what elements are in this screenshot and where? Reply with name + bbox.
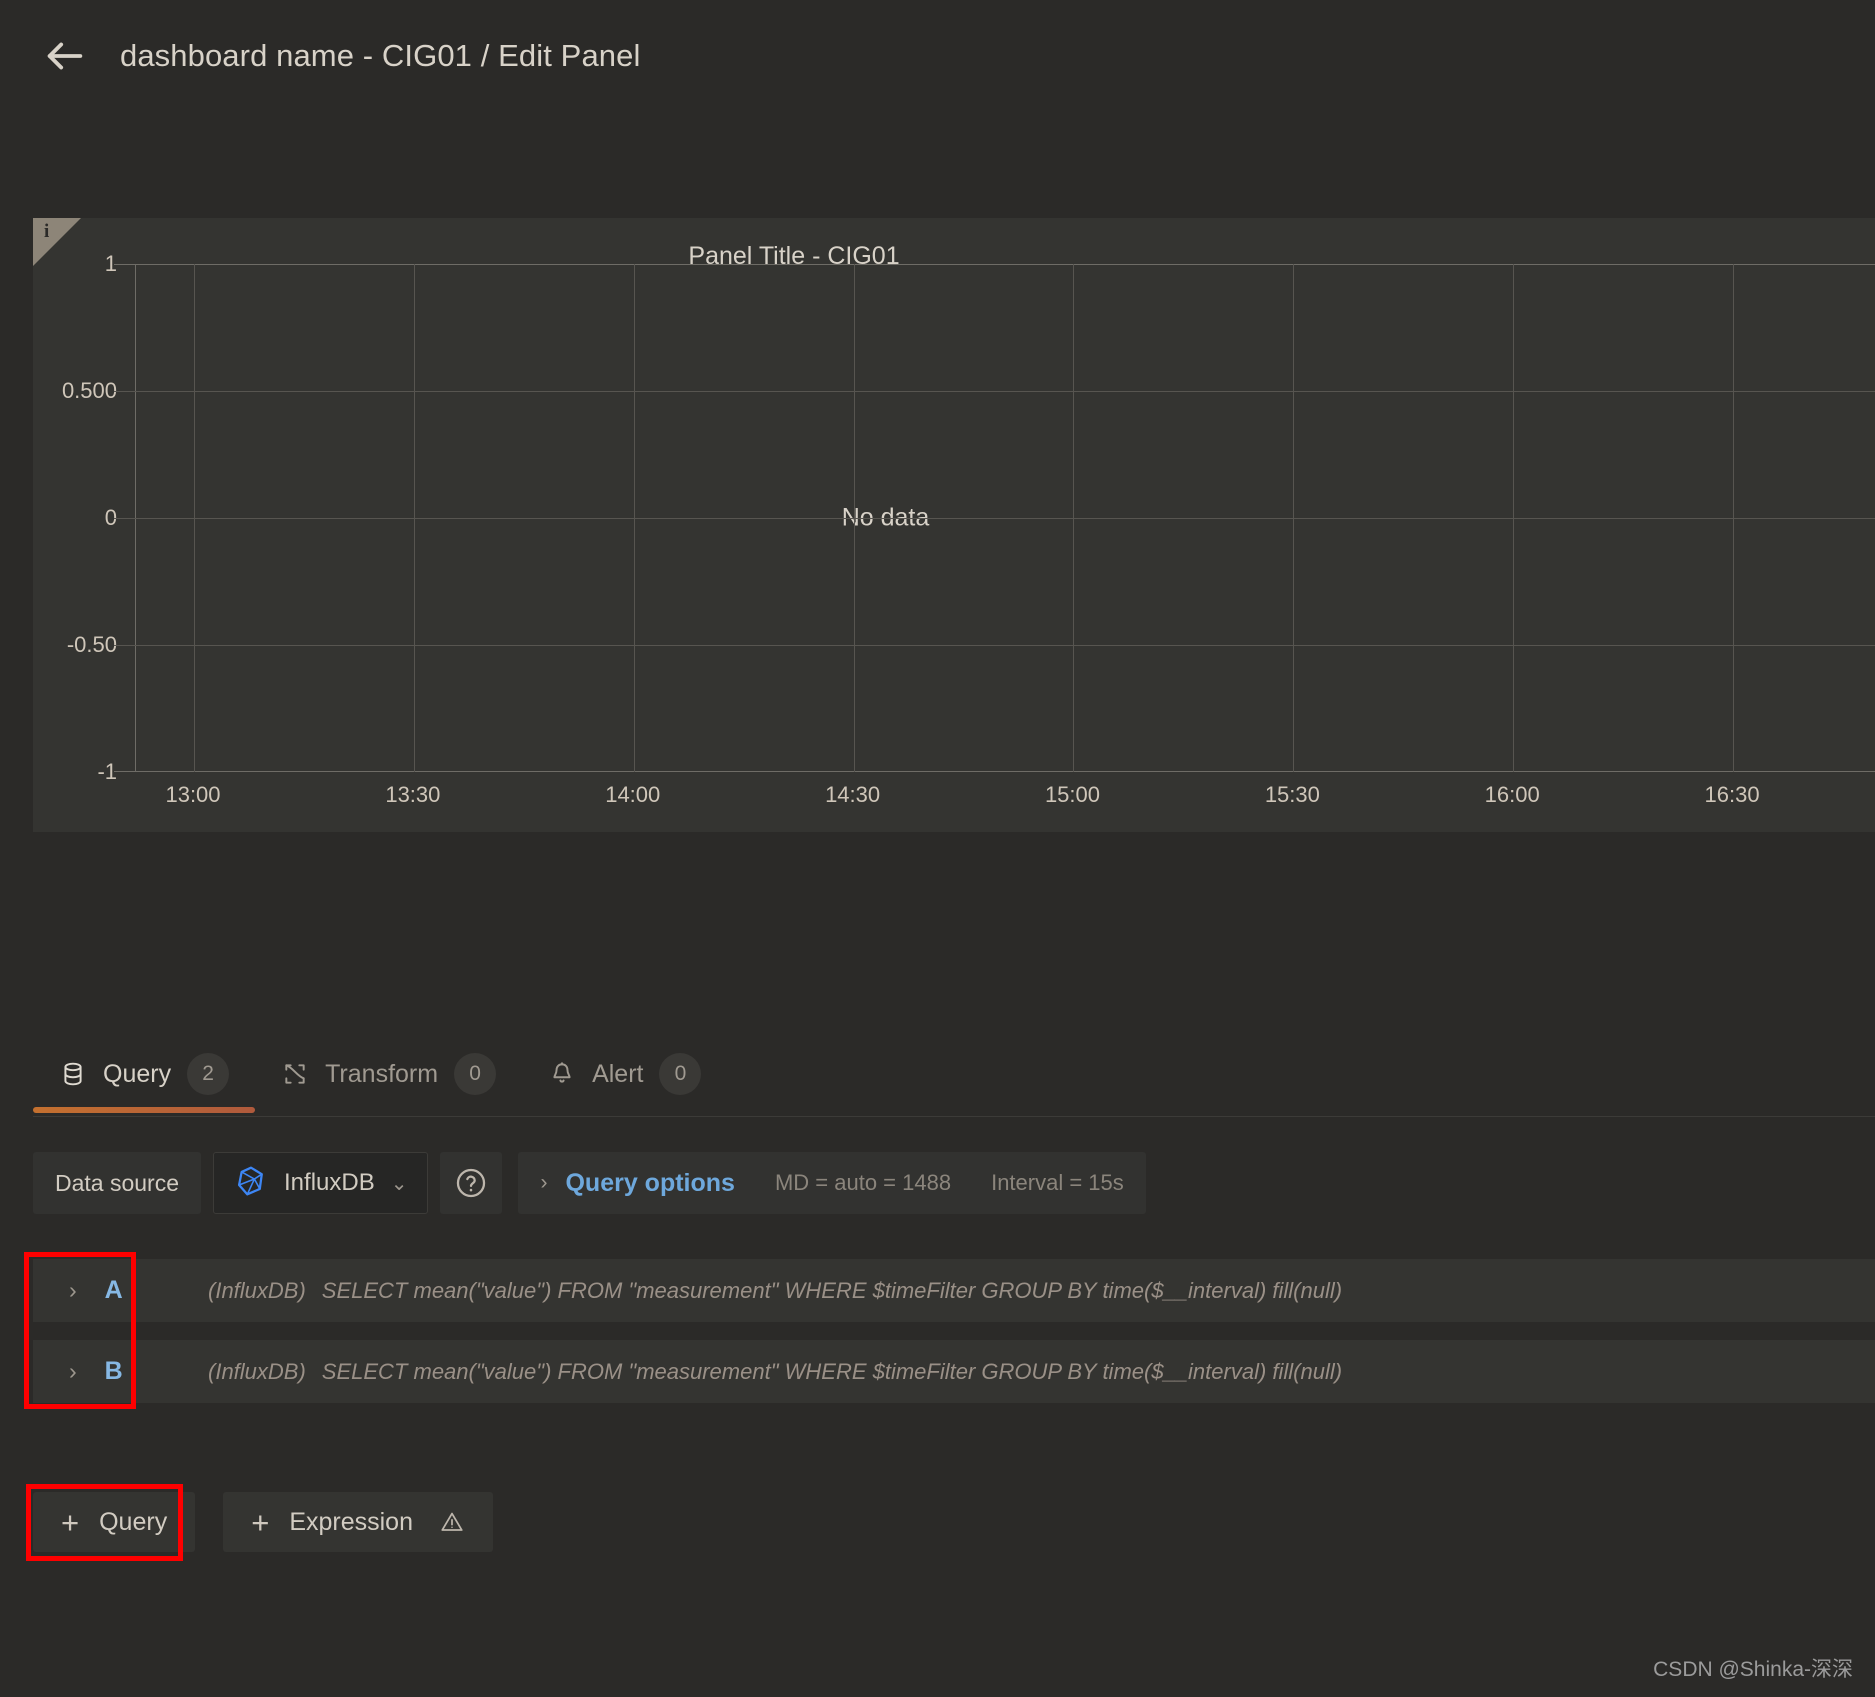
query-sql-b: SELECT mean("value") FROM "measurement" … [321,1358,1343,1384]
database-icon [59,1060,87,1088]
query-row[interactable]: › B (InfluxDB) SELECT mean("value") FROM … [33,1340,1875,1403]
tab-transform[interactable]: Transform 0 [255,1035,522,1113]
back-arrow-icon[interactable] [42,33,88,79]
x-axis-tick-label: 13:00 [165,782,221,807]
grafana-edit-panel-page: dashboard name - CIG01 / Edit Panel i Pa… [0,0,1875,1697]
transform-icon [281,1060,309,1088]
add-query-button[interactable]: + Query [33,1492,196,1552]
x-axis-tick-label: 15:30 [1264,782,1320,807]
chevron-right-icon: › [69,1358,77,1384]
x-axis-tick-label: 13:30 [385,782,441,807]
gridline-vertical [1733,264,1735,772]
editor-tab-bar: Query 2 Transform 0 Alert 0 [33,1035,1875,1117]
plot-grid: No data [114,264,1875,772]
y-axis-tick-label: -0.50 [66,632,117,657]
tab-alert-label: Alert [592,1059,644,1088]
query-ref-id-a: A [104,1276,123,1304]
gridline-vertical [633,264,635,772]
chevron-right-icon: › [69,1277,77,1303]
tab-transform-count: 0 [454,1053,497,1095]
tab-alert[interactable]: Alert 0 [522,1035,727,1113]
x-axis-tick-label: 14:00 [605,782,661,807]
query-expression-a: (InfluxDB) SELECT mean("value") FROM "mea… [208,1278,1342,1304]
query-options-interval: Interval = 15s [991,1170,1124,1195]
gridline-horizontal [114,518,1875,519]
tab-active-underline [33,1107,256,1113]
gridline-vertical [194,264,195,772]
chevron-down-icon: ⌄ [390,1172,408,1195]
datasource-row: Data source InfluxDB ⌄ › Query options M… [33,1152,1146,1214]
add-query-label: Query [99,1507,168,1536]
add-expression-label: Expression [289,1507,413,1536]
bell-icon [548,1060,576,1088]
x-axis-tick-label: 15:00 [1044,782,1100,807]
gridline-vertical [853,264,855,772]
datasource-picker[interactable]: InfluxDB ⌄ [213,1152,429,1214]
plot-area: 1 0.500 0 -0.50 -1 No data 13:00 13:30 14:00 14… [33,218,1875,832]
watermark: CSDN @Shinka-深深 [1653,1658,1853,1681]
plus-icon: + [61,1504,80,1540]
gridline-vertical [1293,264,1295,772]
query-sql-a: SELECT mean("value") FROM "measurement" … [321,1277,1343,1303]
y-axis: 1 0.500 0 -0.50 -1 [33,218,135,832]
tab-alert-count: 0 [659,1053,702,1095]
query-row[interactable]: › A (InfluxDB) SELECT mean("value") FROM … [33,1259,1875,1322]
y-axis-tick-label: 0.500 [61,378,117,403]
query-options-max-data-points: MD = auto = 1488 [774,1170,952,1195]
tab-query[interactable]: Query 2 [33,1035,256,1113]
datasource-selected-name: InfluxDB [284,1169,375,1196]
gridline-horizontal [114,264,1875,265]
query-row-toggle-b[interactable]: › B [33,1357,153,1386]
query-options-toggle[interactable]: › Query options MD = auto = 1488 Interva… [518,1152,1146,1214]
x-axis-tick-label: 16:00 [1484,782,1540,807]
query-row-toggle-a[interactable]: › A [33,1276,153,1305]
gridline-vertical [1073,264,1075,772]
influxdb-icon [234,1164,268,1203]
query-datasource-b: (InfluxDB) [208,1358,306,1384]
plus-icon: + [251,1504,270,1540]
warning-triangle-icon [439,1509,465,1535]
breadcrumb[interactable]: dashboard name - CIG01 / Edit Panel [120,38,640,74]
chevron-right-icon: › [540,1171,548,1194]
graph-panel: i Panel Title - CIG01 1 0.500 0 -0.50 -1 No … [33,218,1875,832]
gridline-vertical [413,264,415,772]
query-action-buttons: + Query + Expression [33,1492,493,1552]
tab-transform-label: Transform [325,1059,439,1088]
x-axis-tick-label: 14:30 [825,782,881,807]
gridline-horizontal [114,645,1875,646]
query-datasource-a: (InfluxDB) [208,1277,306,1303]
query-ref-id-b: B [104,1357,123,1385]
top-bar: dashboard name - CIG01 / Edit Panel [0,0,1875,112]
query-expression-b: (InfluxDB) SELECT mean("value") FROM "mea… [208,1359,1342,1385]
tab-query-count: 2 [187,1053,230,1095]
gridline-vertical [1513,264,1515,772]
tab-query-label: Query [103,1059,172,1088]
y-axis-tick-label: -1 [97,759,117,784]
x-axis-tick-label: 16:30 [1704,782,1760,807]
datasource-label: Data source [33,1152,202,1214]
query-options-label: Query options [565,1168,735,1197]
add-expression-button[interactable]: + Expression [223,1492,493,1552]
help-circle-icon[interactable] [440,1152,503,1214]
x-axis: 13:00 13:30 14:00 14:30 15:00 15:30 16:00 16:30 [135,772,1875,832]
gridline-horizontal [114,391,1875,392]
